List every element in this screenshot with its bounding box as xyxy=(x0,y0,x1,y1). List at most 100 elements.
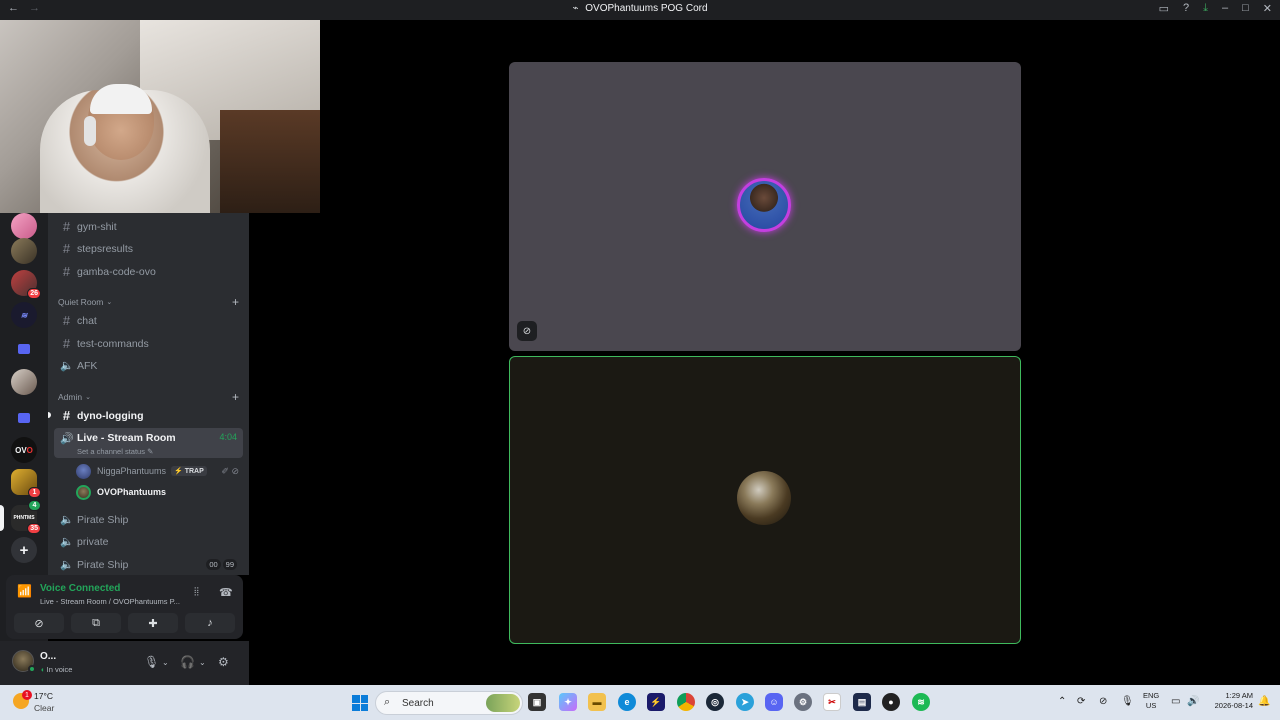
webcam-overlay xyxy=(0,20,320,213)
app-icon[interactable]: ⚡ xyxy=(647,693,665,711)
display-icon[interactable]: ▭ xyxy=(1171,696,1180,707)
participant-tile-focused[interactable] xyxy=(509,356,1021,644)
username[interactable]: O... xyxy=(40,651,56,662)
gear-icon[interactable]: ⚙ xyxy=(218,655,229,669)
voice-user-name: OVOPhantuums xyxy=(97,487,167,497)
speaker-icon: 🔈 xyxy=(60,514,74,526)
server-icon[interactable] xyxy=(11,369,37,395)
avatar xyxy=(76,484,91,500)
help-icon[interactable]: ? xyxy=(1183,2,1189,15)
speaker-icon: 🔊 xyxy=(60,433,74,445)
category-label: Admin xyxy=(58,392,83,402)
channel-gym-shit[interactable]: # gym-shit xyxy=(54,216,243,237)
server-icon[interactable]: 1 xyxy=(11,469,41,498)
folder-icon[interactable] xyxy=(11,336,37,362)
notification-bell-icon[interactable]: 🔔 xyxy=(1258,696,1270,707)
folder-icon[interactable] xyxy=(11,405,37,431)
chevron-down-icon[interactable]: ⌄ xyxy=(199,658,206,667)
window-title: OVOPhantuums POG Cord xyxy=(585,3,708,14)
headphones-icon[interactable]: 🎧 xyxy=(180,655,195,669)
network-off-icon[interactable]: ⊘ xyxy=(1099,696,1107,707)
noise-suppression-icon[interactable]: ⦙⦙ xyxy=(194,586,199,599)
channel-label: test-commands xyxy=(77,337,149,350)
notification-badge: 1 xyxy=(22,690,32,700)
add-server-icon[interactable]: + xyxy=(11,537,37,563)
inbox-icon[interactable]: ▭ xyxy=(1159,2,1169,15)
channel-label: chat xyxy=(77,314,97,327)
system-clock[interactable]: 1:29 AM 2026-08-14 xyxy=(1207,691,1253,711)
camera-off-button[interactable]: ⊘ xyxy=(14,613,64,633)
edge-icon[interactable]: e xyxy=(618,693,636,711)
server-icon-current[interactable]: PHNTMS 4 35 xyxy=(11,500,41,534)
pencil-icon: ✎ xyxy=(147,447,154,456)
chevron-down-icon: ⌄ xyxy=(106,299,113,306)
user-tag: ⚡ TRAP xyxy=(171,466,207,476)
voice-user[interactable]: NiggaPhantuums ⚡ TRAP ✐ ⊘ xyxy=(76,461,243,481)
channel-stepsresults[interactable]: # stepsresults xyxy=(54,238,243,259)
activities-button[interactable]: ✚ xyxy=(128,613,178,633)
download-icon[interactable]: ⤓ xyxy=(1203,2,1208,15)
server-icon[interactable]: ≋ xyxy=(11,302,37,328)
volume-icon[interactable]: 🔊 xyxy=(1187,696,1199,707)
participant-tile[interactable]: ⊘ xyxy=(509,62,1021,351)
category-admin[interactable]: Admin ⌄ + xyxy=(58,390,239,404)
camera-off-icon[interactable]: ⊘ xyxy=(517,321,537,341)
channel-label: gamba-code-ovo xyxy=(77,265,156,278)
soundboard-button[interactable]: ♪ xyxy=(185,613,235,633)
chrome-icon[interactable] xyxy=(677,693,695,711)
chevron-up-icon[interactable]: ⌃ xyxy=(1058,696,1066,707)
add-channel-icon[interactable]: + xyxy=(232,390,239,404)
spotify-icon[interactable]: ≋ xyxy=(912,693,930,711)
server-icon[interactable]: 26 xyxy=(11,270,41,299)
voice-status-title: Voice Connected xyxy=(40,583,121,594)
channel-pirate-ship-2[interactable]: 🔈 Pirate Ship 00 99 xyxy=(54,554,243,575)
server-icon[interactable] xyxy=(11,238,37,264)
user-panel: O... ◖ In voice 🎙 ⌄ 🎧 ⌄ ⚙ xyxy=(0,641,249,685)
server-icon[interactable] xyxy=(11,213,37,239)
task-view-icon[interactable]: ▣ xyxy=(528,693,546,711)
status-label: Set a channel status xyxy=(77,447,145,456)
speaker-icon: 🔈 xyxy=(60,536,74,548)
channel-afk[interactable]: 🔈 AFK xyxy=(54,355,243,376)
steam-icon[interactable]: ◎ xyxy=(706,693,724,711)
mention-badge: 1 xyxy=(28,487,41,498)
sync-icon[interactable]: ⟳ xyxy=(1077,696,1085,707)
add-channel-icon[interactable]: + xyxy=(232,295,239,309)
activities-icon: ✚ xyxy=(148,617,158,630)
windows-start-icon[interactable] xyxy=(352,695,368,711)
chevron-down-icon: ⌄ xyxy=(85,394,91,401)
set-channel-status[interactable]: Set a channel status ✎ xyxy=(77,447,153,456)
chevron-down-icon[interactable]: ⌄ xyxy=(162,658,169,667)
region-code: US xyxy=(1145,701,1157,710)
microphone-tray-icon[interactable]: 🎙 xyxy=(1121,696,1134,707)
obs-icon[interactable]: ● xyxy=(882,693,900,711)
disconnect-icon[interactable]: ☎ xyxy=(219,586,233,599)
telegram-icon[interactable]: ➤ xyxy=(736,693,754,711)
minimize-icon[interactable]: – xyxy=(1222,2,1228,15)
share-screen-button[interactable]: ⧉ xyxy=(71,613,121,633)
microphone-icon[interactable]: 🎙 xyxy=(144,655,159,669)
channel-private[interactable]: 🔈 private xyxy=(54,531,243,552)
settings-icon[interactable]: ⚙ xyxy=(794,693,812,711)
category-quiet-room[interactable]: Quiet Room ⌄ + xyxy=(58,295,239,309)
language-indicator[interactable]: ENG US xyxy=(1143,691,1159,711)
channel-test-commands[interactable]: # test-commands xyxy=(54,333,243,354)
tag-label: TRAP xyxy=(184,468,204,475)
maximize-icon[interactable]: □ xyxy=(1242,2,1249,15)
close-icon[interactable]: ✕ xyxy=(1263,2,1272,15)
channel-pirate-ship[interactable]: 🔈 Pirate Ship xyxy=(54,509,243,530)
voice-status-subtitle[interactable]: Live - Stream Room / OVOPhantuums P... xyxy=(40,597,190,606)
signal-icon[interactable]: 📶 xyxy=(17,584,32,598)
channel-label: gym-shit xyxy=(77,220,117,233)
snipping-tool-icon[interactable]: ✂ xyxy=(823,693,841,711)
discord-icon[interactable]: ☺ xyxy=(765,693,783,711)
search-box[interactable]: ⌕ Search xyxy=(375,691,523,715)
channel-gamba-code-ovo[interactable]: # gamba-code-ovo xyxy=(54,261,243,282)
app-icon-dark[interactable]: ▤ xyxy=(853,693,871,711)
file-explorer-icon[interactable]: ▬ xyxy=(588,693,606,711)
voice-user-self[interactable]: OVOPhantuums xyxy=(76,482,243,502)
server-icon-ovo[interactable]: OV O xyxy=(11,437,37,463)
channel-chat[interactable]: # chat xyxy=(54,310,243,331)
copilot-icon[interactable]: ✦ xyxy=(559,693,577,711)
channel-dyno-logging[interactable]: # dyno-logging xyxy=(54,405,243,426)
